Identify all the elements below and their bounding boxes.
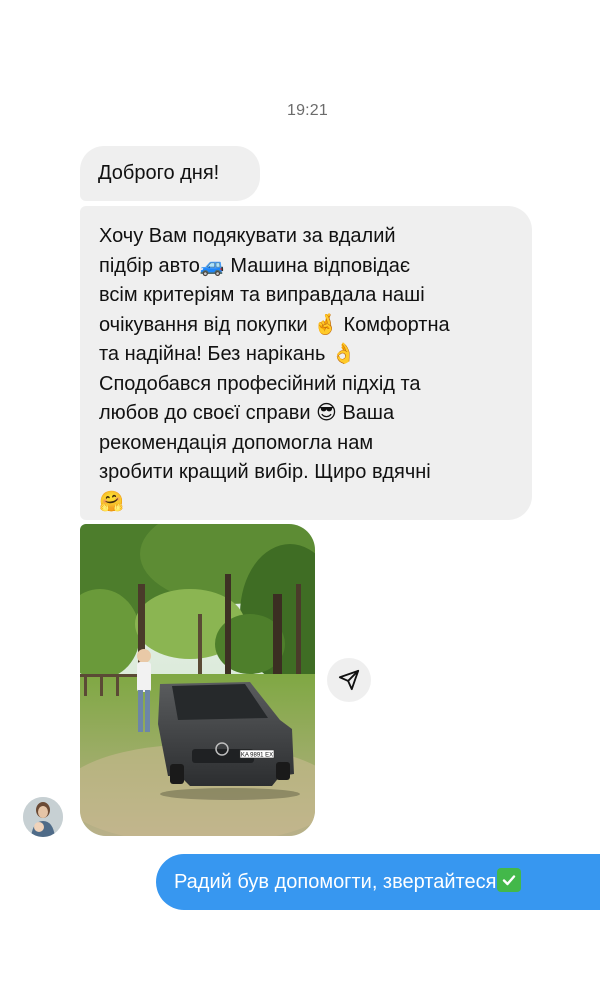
incoming-message-thanks[interactable]: Хочу Вам подякувати за вдалий підбір авт… bbox=[80, 206, 532, 520]
incoming-photo-message[interactable]: KA 9891 EX bbox=[80, 524, 315, 836]
outgoing-message-text: Радий був допомогти, звертайтеся bbox=[174, 871, 497, 893]
contact-avatar[interactable] bbox=[23, 797, 63, 837]
share-button[interactable] bbox=[327, 658, 371, 702]
avatar-icon bbox=[23, 797, 63, 837]
outgoing-message-reply[interactable]: Радий був допомогти, звертайтеся bbox=[156, 854, 600, 910]
incoming-message-greeting[interactable]: Доброго дня! bbox=[80, 146, 260, 201]
license-plate: KA 9891 EX bbox=[241, 753, 273, 759]
car-in-forest-photo: KA 9891 EX bbox=[80, 524, 315, 836]
check-mark-button-icon bbox=[497, 868, 522, 892]
paper-plane-icon bbox=[338, 669, 360, 691]
message-timestamp: 19:21 bbox=[286, 102, 329, 119]
